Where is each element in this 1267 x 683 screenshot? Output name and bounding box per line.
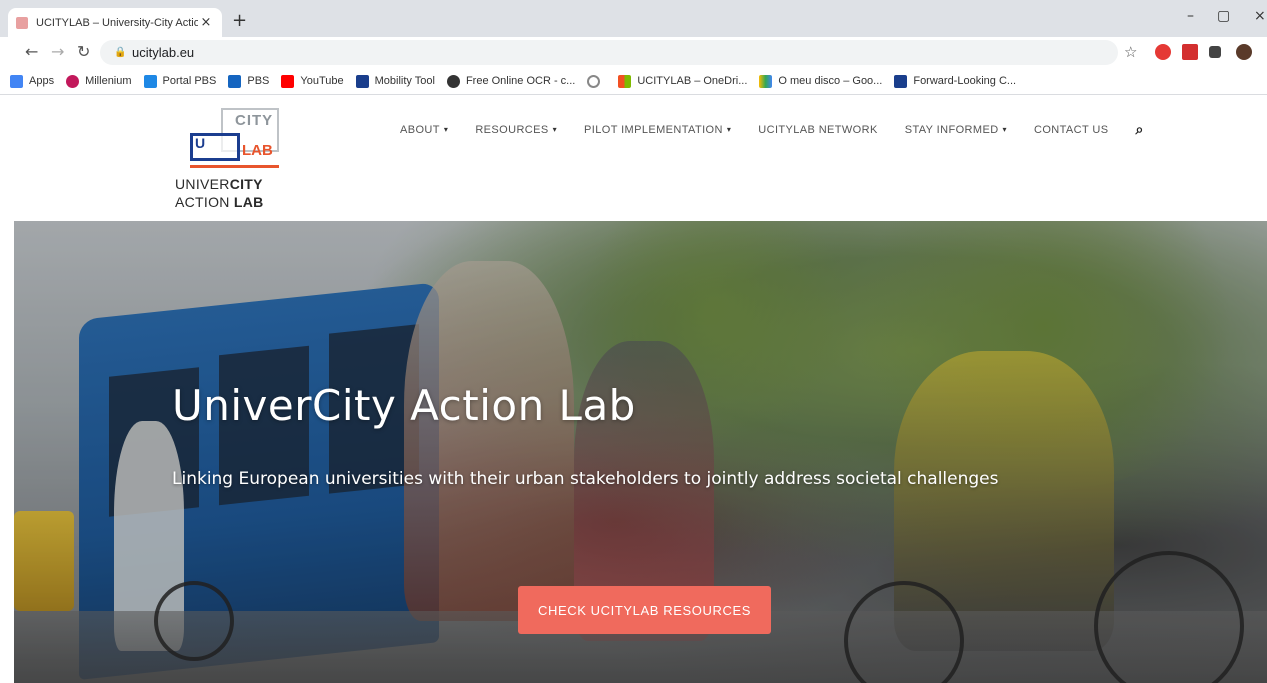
eu-flag-icon <box>894 74 908 88</box>
extension-red-icon[interactable] <box>1182 44 1198 60</box>
bookmark-pbs[interactable]: PBS <box>228 74 269 88</box>
hero-title: UniverCity Action Lab <box>172 381 636 430</box>
millenium-icon <box>66 74 80 88</box>
site-logo[interactable]: CITY U LAB UNIVERCITY ACTION LAB <box>175 108 285 218</box>
ocr-icon <box>446 74 460 88</box>
bookmark-onedrive[interactable]: UCITYLAB – OneDri... <box>618 74 747 88</box>
logo-divider <box>190 165 279 168</box>
nav-contact-us[interactable]: CONTACT US <box>1034 124 1109 136</box>
youtube-icon <box>281 74 295 88</box>
nav-resources[interactable]: RESOURCES ▾ <box>475 124 557 136</box>
bookmark-mobility-tool[interactable]: Mobility Tool <box>355 74 435 88</box>
bookmark-google-drive[interactable]: O meu disco – Goo... <box>759 74 882 88</box>
refresh-c-icon <box>587 74 601 88</box>
maximize-button[interactable]: ▢ <box>1217 8 1230 24</box>
pbs-icon <box>228 74 242 88</box>
bookmark-free-ocr[interactable]: Free Online OCR - c... <box>446 74 575 88</box>
google-drive-icon <box>759 74 773 88</box>
bookmark-apps[interactable]: Apps <box>10 74 54 88</box>
close-window-button[interactable]: × <box>1254 8 1266 24</box>
tab-title: UCITYLAB – University-City Actio <box>36 16 198 29</box>
apps-grid-icon <box>10 74 23 88</box>
chevron-down-icon: ▾ <box>726 125 732 134</box>
back-arrow-icon[interactable]: ← <box>25 43 38 61</box>
chevron-down-icon: ▾ <box>552 125 558 134</box>
address-bar-row: ← → ↻ 🔒 ucitylab.eu ☆ <box>0 37 1267 68</box>
hero-subtitle: Linking European universities with their… <box>172 469 999 489</box>
new-tab-button[interactable]: + <box>232 12 247 30</box>
bookmark-unnamed[interactable] <box>587 74 606 88</box>
lock-icon: 🔒 <box>114 47 127 58</box>
portal-pbs-icon <box>143 74 157 88</box>
nav-pilot-implementation[interactable]: PILOT IMPLEMENTATION ▾ <box>584 124 731 136</box>
logo-city-text: CITY <box>235 112 274 129</box>
logo-name-line1: UNIVERCITY <box>175 176 263 192</box>
microsoft-icon <box>618 74 632 88</box>
bookmark-forward-looking[interactable]: Forward-Looking C... <box>894 74 1016 88</box>
site-header: CITY U LAB UNIVERCITY ACTION LAB ABOUT ▾ … <box>0 95 1267 221</box>
minimize-button[interactable]: – <box>1187 8 1194 24</box>
bookmark-star-icon[interactable]: ☆ <box>1124 43 1137 61</box>
logo-lab-text: LAB <box>242 142 273 159</box>
url-text: ucitylab.eu <box>132 45 195 60</box>
logo-u-text: U <box>195 135 206 151</box>
tab-close-icon[interactable]: × <box>198 15 214 30</box>
nav-stay-informed[interactable]: STAY INFORMED ▾ <box>905 124 1007 136</box>
search-icon[interactable]: ⌕ <box>1135 121 1143 138</box>
logo-name-line2: ACTION LAB <box>175 194 264 210</box>
browser-tab-bar: UCITYLAB – University-City Actio × + – ▢… <box>0 0 1267 37</box>
extensions-puzzle-icon[interactable] <box>1209 46 1221 58</box>
mobility-tool-icon <box>355 74 369 88</box>
forward-arrow-icon[interactable]: → <box>51 43 64 61</box>
main-nav: ABOUT ▾ RESOURCES ▾ PILOT IMPLEMENTATION ▾ … <box>400 121 1171 138</box>
hero-banner: UniverCity Action Lab Linking European u… <box>14 221 1267 683</box>
bookmark-millenium[interactable]: Millenium <box>66 74 132 88</box>
browser-tab[interactable]: UCITYLAB – University-City Actio × <box>8 8 222 37</box>
chevron-down-icon: ▾ <box>443 125 449 134</box>
profile-avatar[interactable] <box>1236 44 1252 60</box>
nav-ucitylab-network[interactable]: UCITYLAB NETWORK <box>758 124 877 136</box>
bookmark-portal-pbs[interactable]: Portal PBS <box>143 74 216 88</box>
nav-about[interactable]: ABOUT ▾ <box>400 124 448 136</box>
reload-icon[interactable]: ↻ <box>77 43 90 61</box>
check-resources-button[interactable]: CHECK UCITYLAB RESOURCES <box>518 586 771 634</box>
extension-opera-icon[interactable] <box>1155 44 1171 60</box>
bookmarks-bar: Apps Millenium Portal PBS PBS YouTube Mo… <box>0 68 1267 95</box>
url-bar[interactable]: 🔒 ucitylab.eu <box>100 40 1118 65</box>
chevron-down-icon: ▾ <box>1002 125 1007 134</box>
bookmark-youtube[interactable]: YouTube <box>281 74 344 88</box>
favicon-icon <box>16 16 28 29</box>
